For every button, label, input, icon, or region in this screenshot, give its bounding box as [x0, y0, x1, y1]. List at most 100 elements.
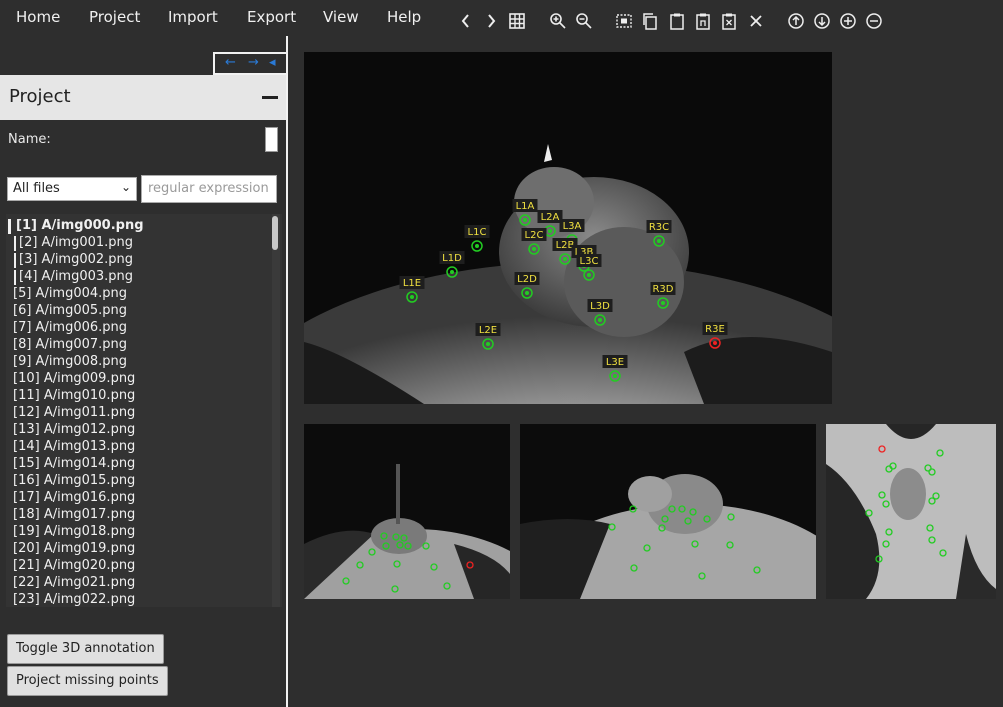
paste-icon[interactable] [667, 11, 687, 31]
file-list-item[interactable]: [21] A/img020.png [13, 558, 135, 573]
keypoint-label: L2C [525, 230, 544, 241]
file-list-item[interactable]: [15] A/img014.png [13, 456, 135, 471]
keypoint-label: L3D [590, 301, 610, 312]
arrow-left-icon[interactable]: ← [225, 55, 236, 70]
grid-icon[interactable] [507, 11, 527, 31]
annotated-marker [14, 253, 16, 268]
file-name: [1] A/img000.png [16, 218, 144, 233]
file-list-item[interactable]: [17] A/img016.png [13, 490, 135, 505]
file-list-item[interactable]: [19] A/img018.png [13, 524, 135, 539]
file-list-item[interactable]: [18] A/img017.png [13, 507, 135, 522]
file-name: [21] A/img020.png [13, 558, 136, 573]
project-panel-header: Project [0, 75, 286, 120]
project-missing-button[interactable]: Project missing points [7, 666, 168, 696]
thumbnail-image-2 [520, 424, 816, 599]
file-list-item[interactable]: [5] A/img004.png [13, 286, 127, 301]
menu-export[interactable]: Export [247, 8, 296, 26]
file-list-item[interactable]: [11] A/img010.png [13, 388, 135, 403]
scrollbar[interactable] [272, 214, 280, 607]
plus-circle-icon[interactable] [838, 11, 858, 31]
arrow-collapse-icon[interactable]: ◂ [269, 55, 276, 70]
file-name: [22] A/img021.png [13, 575, 136, 590]
file-name: [12] A/img011.png [13, 405, 136, 420]
arrow-up-circle-icon[interactable] [786, 11, 806, 31]
chevron-left-icon[interactable] [456, 11, 476, 31]
file-name: [8] A/img007.png [13, 337, 128, 352]
file-list-item[interactable]: [22] A/img021.png [13, 575, 135, 590]
file-name: [11] A/img010.png [13, 388, 136, 403]
thumbnail-view-1[interactable] [304, 424, 510, 599]
thumbnail-image-1 [304, 424, 510, 599]
keypoint-label: L3E [606, 357, 624, 368]
keypoint-label: R3E [705, 324, 725, 335]
zoom-out-icon[interactable] [574, 11, 594, 31]
panel-arrows: ← → ◂ [213, 52, 288, 75]
file-name: [5] A/img004.png [13, 286, 128, 301]
keypoint-label: L3A [563, 221, 582, 232]
file-list-item[interactable]: [9] A/img008.png [13, 354, 127, 369]
menu-help[interactable]: Help [387, 8, 421, 26]
file-list-item[interactable]: [8] A/img007.png [13, 337, 127, 352]
file-name: [16] A/img015.png [13, 473, 136, 488]
file-list-item[interactable]: [4] A/img003.png [14, 269, 134, 285]
file-list-item[interactable]: [12] A/img011.png [13, 405, 135, 420]
file-list-item[interactable]: [13] A/img012.png [13, 422, 135, 437]
chevron-right-icon[interactable] [481, 11, 501, 31]
name-field[interactable] [265, 127, 278, 152]
keypoint-label: L3C [580, 256, 599, 267]
close-icon[interactable] [746, 11, 766, 31]
file-name: [3] A/img002.png [19, 252, 134, 267]
file-list-item[interactable]: [2] A/img001.png [14, 235, 133, 251]
main-image-view[interactable]: L1A L2A L3A L1C L2C L2B L3B L3C L1D L2D L1E L3D L2E L… [304, 52, 832, 404]
menu-bar: Home Project Import Export View Help [0, 0, 1003, 36]
arrow-down-circle-icon[interactable] [812, 11, 832, 31]
file-list-item[interactable]: [10] A/img009.png [13, 371, 135, 386]
file-name: [4] A/img003.png [19, 269, 134, 284]
file-list-item[interactable]: [16] A/img015.png [13, 473, 135, 488]
file-name: [19] A/img018.png [13, 524, 136, 539]
file-list-item[interactable]: [7] A/img006.png [13, 320, 127, 335]
collapse-icon[interactable] [262, 96, 278, 99]
annotated-marker [14, 270, 16, 285]
file-list: [1] A/img000.png [2] A/img001.png [3] A/im… [6, 214, 282, 607]
file-list-item[interactable]: [20] A/img019.png [13, 541, 135, 556]
select-frame-icon[interactable] [614, 11, 634, 31]
menu-view[interactable]: View [323, 8, 359, 26]
zoom-in-icon[interactable] [548, 11, 568, 31]
menu-home[interactable]: Home [16, 8, 60, 26]
sidebar: ← → ◂ Project Name: All files ⌄ regular … [0, 36, 288, 707]
paste-n-icon[interactable] [693, 11, 713, 31]
toggle-3d-button[interactable]: Toggle 3D annotation [7, 634, 164, 664]
file-name: [10] A/img009.png [13, 371, 136, 386]
minus-circle-icon[interactable] [864, 11, 884, 31]
panel-title: Project [9, 86, 71, 107]
file-list-item[interactable]: [14] A/img013.png [13, 439, 135, 454]
file-list-item[interactable]: [23] A/img022.png [13, 592, 135, 607]
menu-import[interactable]: Import [168, 8, 218, 26]
keypoint-label: L1C [468, 227, 487, 238]
file-filter-select[interactable]: All files ⌄ [7, 177, 137, 201]
scroll-thumb[interactable] [272, 216, 278, 250]
file-list-item[interactable]: [3] A/img002.png [14, 252, 134, 268]
file-name: [17] A/img016.png [13, 490, 136, 505]
copy-icon[interactable] [640, 11, 660, 31]
keypoint-label: L1E [403, 278, 421, 289]
thumbnail-image-3 [826, 424, 996, 599]
name-label: Name: [8, 132, 51, 147]
menu-project[interactable]: Project [89, 8, 140, 26]
main-image: L1AL2AL3AL1C L2CL2BL3BL3CL1DL2DL1EL3DL2EL… [304, 52, 832, 404]
keypoint-label: R3D [652, 284, 673, 295]
annotated-marker [14, 236, 16, 251]
clear-icon[interactable] [719, 11, 739, 31]
thumbnail-view-3[interactable] [826, 424, 996, 599]
file-name: [7] A/img006.png [13, 320, 128, 335]
thumbnail-view-2[interactable] [520, 424, 816, 599]
chevron-down-icon: ⌄ [120, 180, 131, 194]
file-list-item[interactable]: [6] A/img005.png [13, 303, 127, 318]
file-name: [13] A/img012.png [13, 422, 136, 437]
file-name: [20] A/img019.png [13, 541, 136, 556]
regex-input[interactable]: regular expression [141, 175, 277, 203]
file-list-item[interactable]: [1] A/img000.png [8, 218, 144, 234]
file-name: [6] A/img005.png [13, 303, 128, 318]
arrow-right-icon[interactable]: → [248, 55, 259, 70]
